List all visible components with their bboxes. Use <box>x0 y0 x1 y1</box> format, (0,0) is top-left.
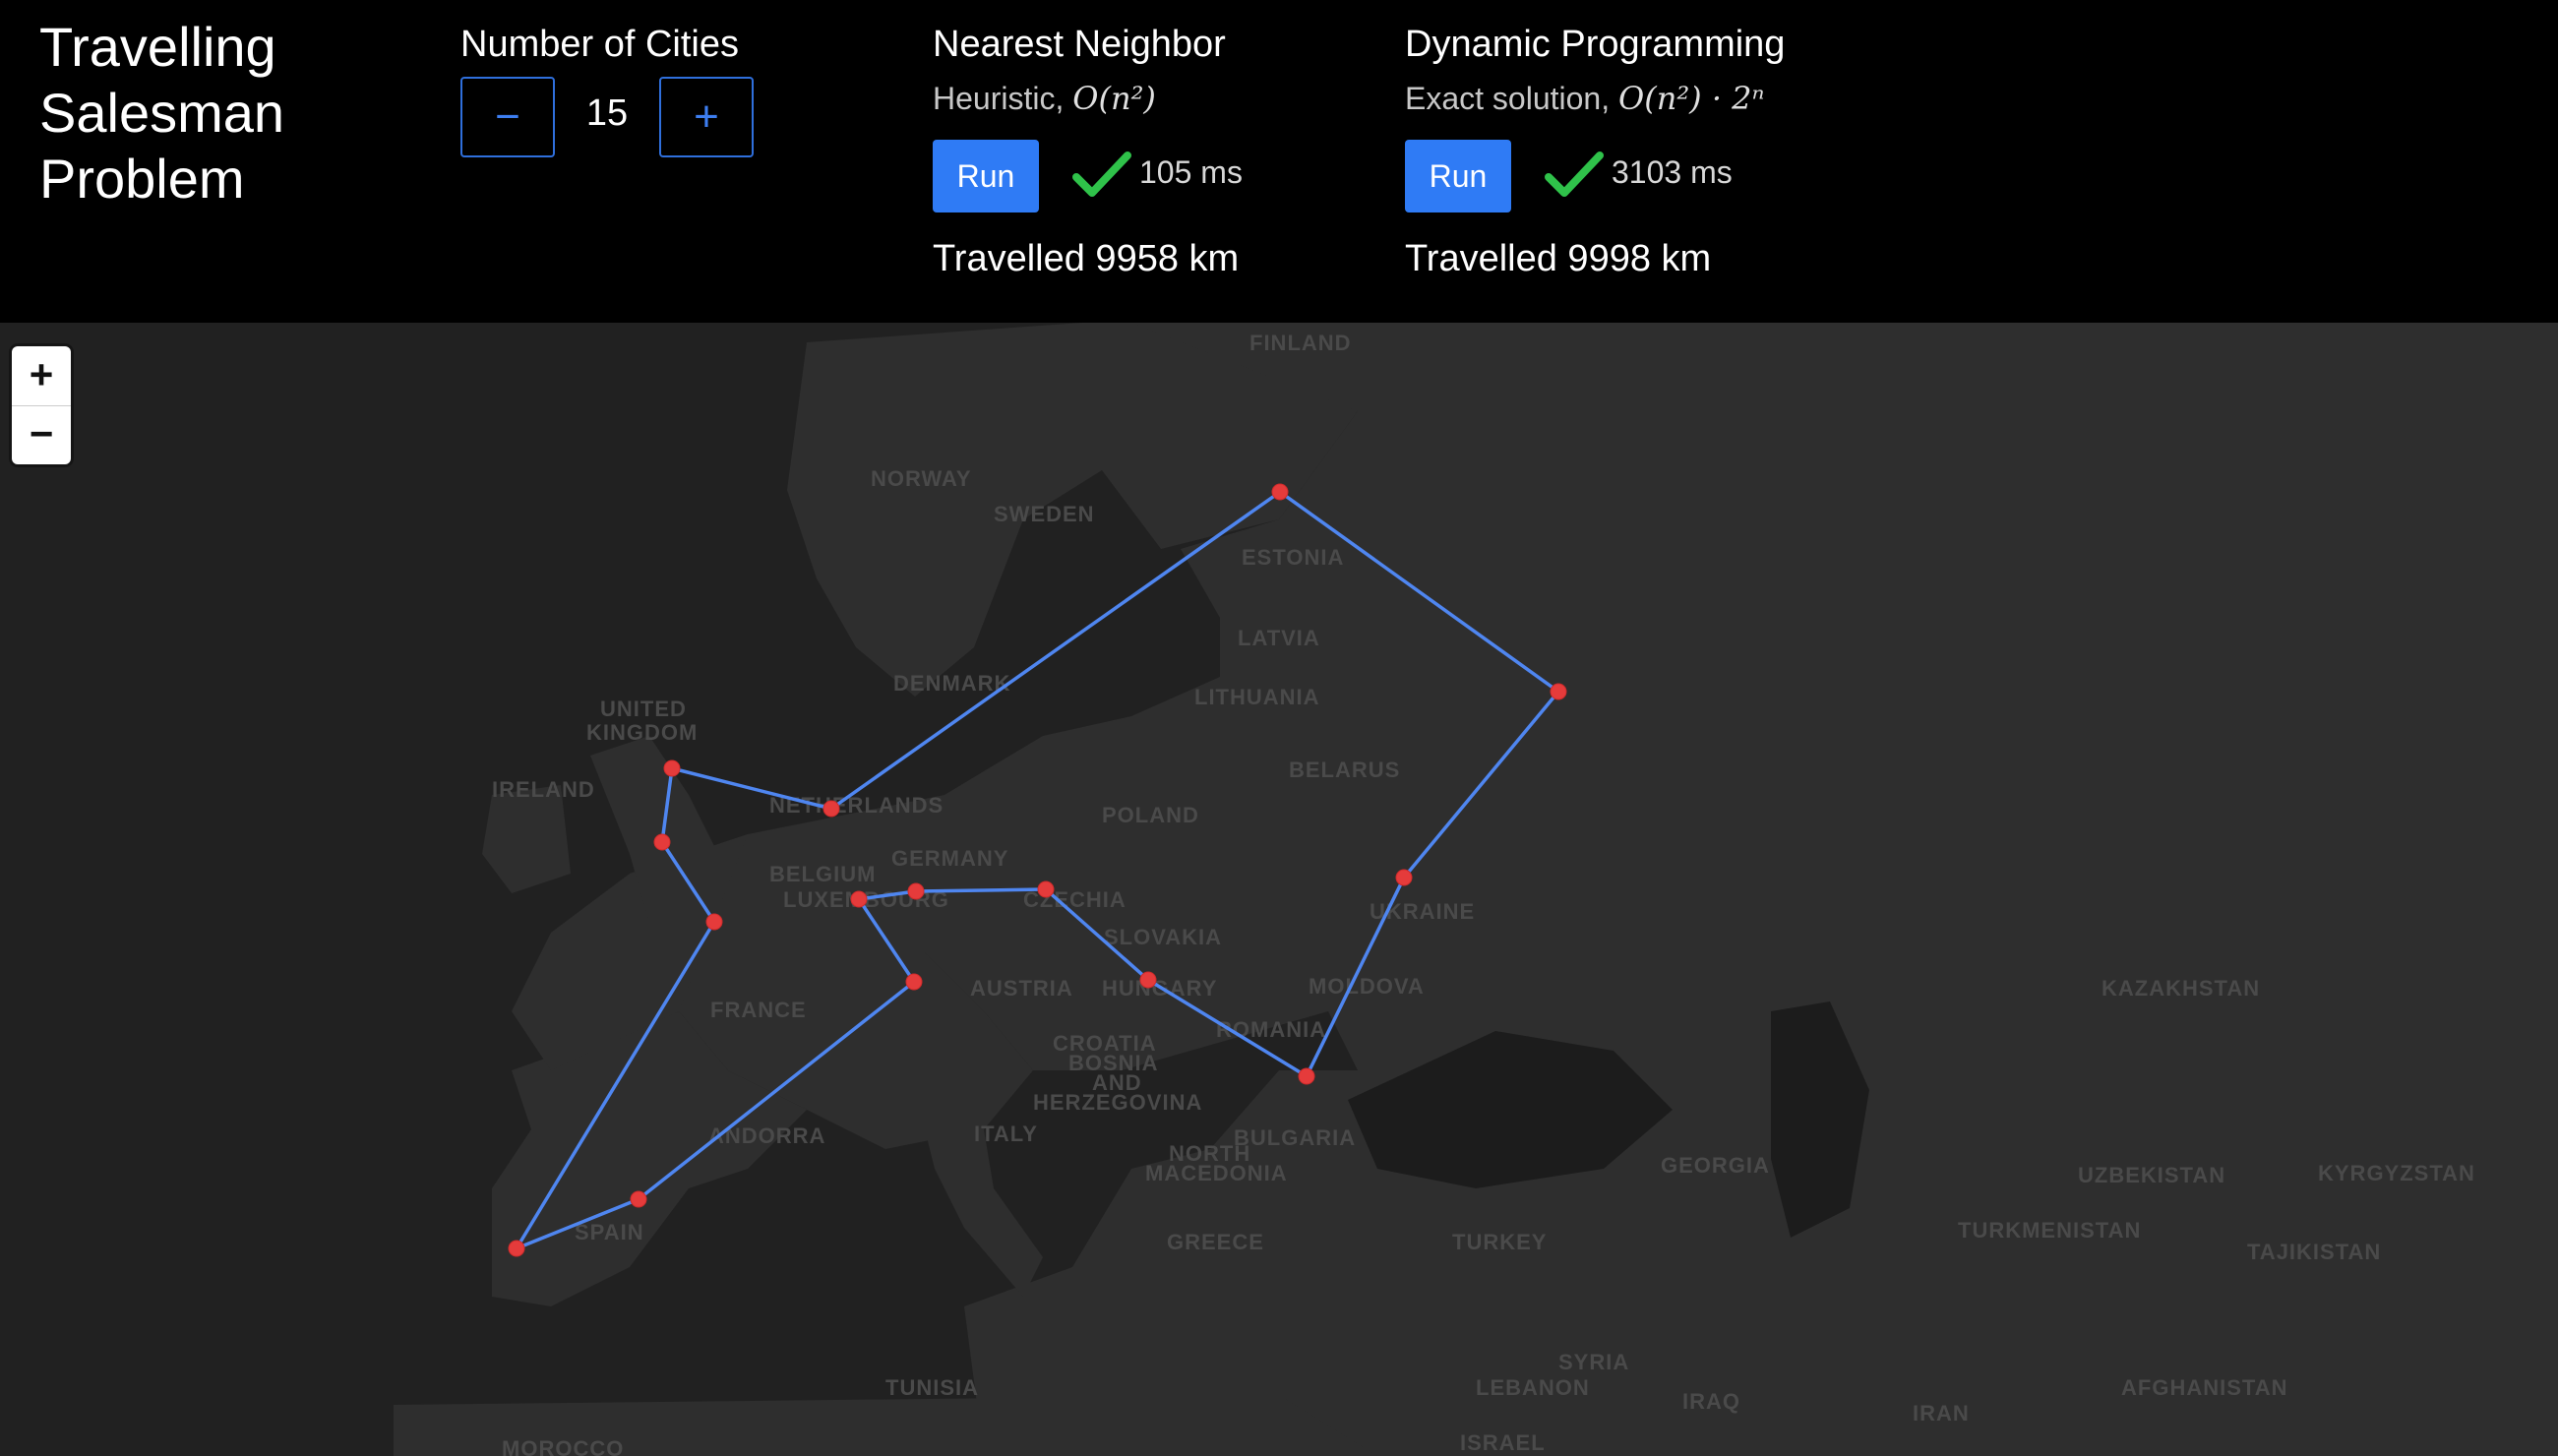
country-label: IRELAND <box>492 777 595 802</box>
city-marker[interactable] <box>1037 880 1055 898</box>
algorithm-subtitle: Exact solution, O(n²) · 2ⁿ <box>1405 79 1764 118</box>
country-label: DENMARK <box>893 671 1010 696</box>
check-icon <box>1072 152 1131 197</box>
country-label: MOLDOVA <box>1309 974 1425 999</box>
country-label: SLOVAKIA <box>1104 925 1222 949</box>
city-marker[interactable] <box>653 833 671 851</box>
run-time: 105 ms <box>1139 154 1243 190</box>
country-label: POLAND <box>1102 803 1199 827</box>
decrease-cities-button[interactable]: − <box>460 77 555 157</box>
country-label: BELGIUM <box>769 862 876 886</box>
city-marker[interactable] <box>1298 1067 1315 1085</box>
country-label: TAJIKISTAN <box>2247 1240 2381 1264</box>
travelled-distance: Travelled 9958 km <box>933 238 1240 279</box>
city-marker[interactable] <box>663 759 681 777</box>
country-label: NETHERLANDS <box>769 793 944 818</box>
subtitle-text: Heuristic, <box>933 81 1073 116</box>
dynamic-programming-panel: Dynamic Programming Exact solution, O(n²… <box>1405 0 1858 323</box>
check-icon <box>1545 152 1604 197</box>
country-label: ISRAEL <box>1460 1430 1546 1455</box>
city-marker[interactable] <box>905 973 923 991</box>
city-marker[interactable] <box>1395 869 1413 886</box>
city-marker[interactable] <box>630 1190 647 1208</box>
city-marker[interactable] <box>822 800 840 818</box>
country-label: MACEDONIA <box>1145 1161 1288 1185</box>
country-label: TUNISIA <box>885 1375 979 1400</box>
country-label: UNITED <box>600 697 687 721</box>
algorithm-title: Nearest Neighbor <box>933 24 1226 65</box>
run-time: 3103 ms <box>1612 154 1733 190</box>
city-marker[interactable] <box>1271 483 1289 501</box>
run-button[interactable]: Run <box>1405 140 1511 212</box>
complexity-formula: O(n²) · 2ⁿ <box>1618 80 1765 117</box>
country-label: GREECE <box>1167 1230 1264 1254</box>
subtitle-text: Exact solution, <box>1405 81 1618 116</box>
city-marker[interactable] <box>508 1240 525 1257</box>
top-bar: Travelling Salesman Problem Number of Ci… <box>0 0 2558 323</box>
country-label: LITHUANIA <box>1194 685 1320 709</box>
algorithm-subtitle: Heuristic, O(n²) <box>933 79 1156 118</box>
country-label: KAZAKHSTAN <box>2101 976 2260 1001</box>
country-label: ANDORRA <box>708 1123 825 1148</box>
country-label: TURKMENISTAN <box>1958 1218 2141 1243</box>
country-label: KINGDOM <box>586 720 698 745</box>
country-label: IRAN <box>1913 1401 1970 1426</box>
city-marker[interactable] <box>850 890 868 908</box>
map-area[interactable]: FINLAND NORWAY SWEDEN ESTONIA LATVIA DEN… <box>0 323 2558 1456</box>
zoom-in-button[interactable]: + <box>12 346 71 406</box>
cities-label: Number of Cities <box>460 24 739 65</box>
country-label: LATVIA <box>1238 626 1320 650</box>
city-marker[interactable] <box>1139 971 1157 989</box>
country-label: AUSTRIA <box>970 976 1073 1001</box>
country-label: BELARUS <box>1289 758 1400 782</box>
algorithm-title: Dynamic Programming <box>1405 24 1786 65</box>
nearest-neighbor-panel: Nearest Neighbor Heuristic, O(n²) Run 10… <box>933 0 1385 323</box>
country-label: UKRAINE <box>1370 899 1475 924</box>
country-label: BULGARIA <box>1234 1125 1356 1150</box>
city-marker[interactable] <box>907 882 925 900</box>
country-label: HERZEGOVINA <box>1033 1090 1202 1115</box>
country-label: FINLAND <box>1249 331 1352 355</box>
city-marker[interactable] <box>705 913 723 931</box>
complexity-formula: O(n²) <box>1072 80 1156 117</box>
country-label: KYRGYZSTAN <box>2318 1161 2475 1185</box>
zoom-out-button[interactable]: − <box>12 405 71 464</box>
country-label: ITALY <box>974 1122 1038 1146</box>
map-canvas[interactable]: FINLAND NORWAY SWEDEN ESTONIA LATVIA DEN… <box>0 323 2558 1456</box>
country-label: TURKEY <box>1452 1230 1547 1254</box>
travelled-distance: Travelled 9998 km <box>1405 238 1712 279</box>
country-label: SWEDEN <box>994 502 1095 526</box>
run-button[interactable]: Run <box>933 140 1039 212</box>
country-label: SPAIN <box>575 1220 644 1244</box>
country-label: GERMANY <box>891 846 1008 871</box>
country-label: FRANCE <box>710 998 807 1022</box>
country-label: NORWAY <box>871 466 972 491</box>
country-label: ESTONIA <box>1242 545 1344 570</box>
country-label: IRAQ <box>1682 1389 1740 1414</box>
country-label: UZBEKISTAN <box>2078 1163 2225 1187</box>
country-label: MOROCCO <box>502 1436 624 1456</box>
country-label: AFGHANISTAN <box>2121 1375 2287 1400</box>
country-label: LEBANON <box>1476 1375 1590 1400</box>
country-label: GEORGIA <box>1661 1153 1770 1178</box>
app-title: Travelling Salesman Problem <box>39 16 285 210</box>
city-marker[interactable] <box>1550 683 1567 700</box>
country-label: SYRIA <box>1558 1350 1629 1374</box>
city-count-value: 15 <box>585 92 629 134</box>
zoom-control: + − <box>12 346 71 464</box>
increase-cities-button[interactable]: + <box>659 77 754 157</box>
